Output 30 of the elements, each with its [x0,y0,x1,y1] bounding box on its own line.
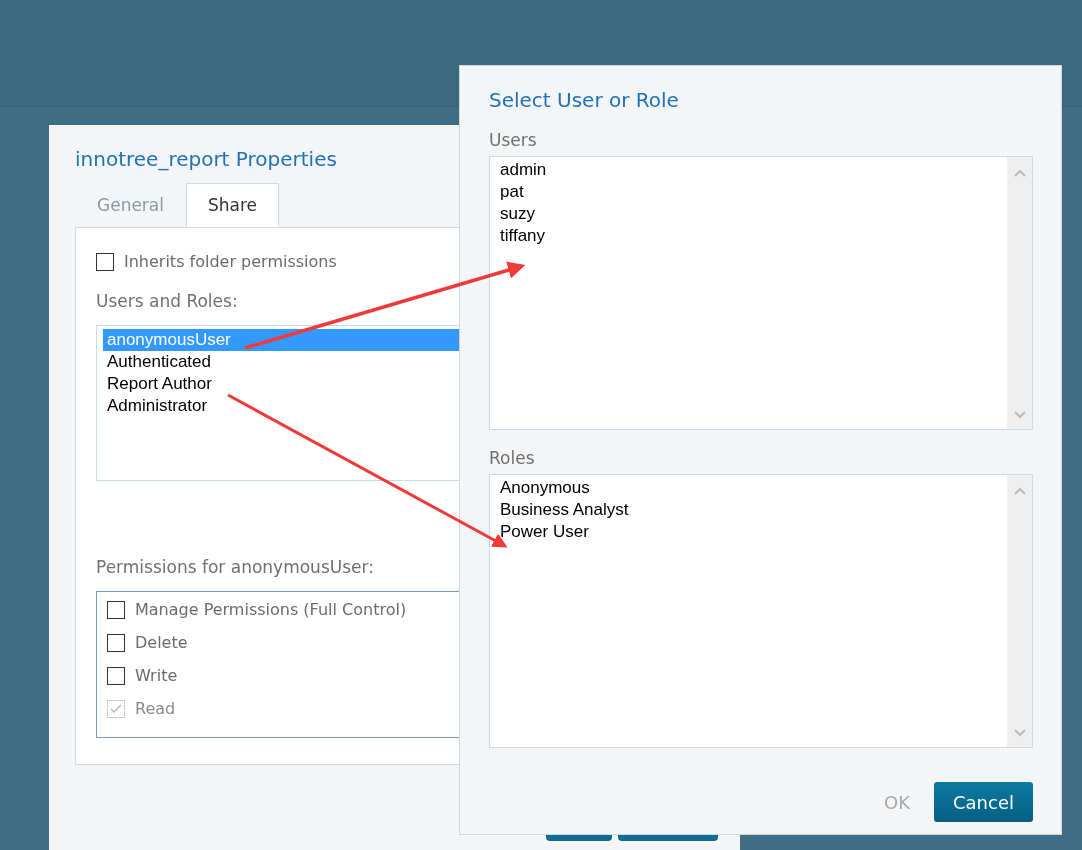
checkbox[interactable] [96,252,114,271]
scrollbar[interactable] [1007,475,1032,747]
dialog-title: Select User or Role [489,88,679,112]
section-label: Users [489,130,538,150]
checkbox[interactable] [107,666,125,685]
list-item[interactable]: pat [496,181,1007,203]
checkbox[interactable] [107,600,125,619]
list-item[interactable]: Power User [496,521,1007,543]
tab[interactable]: Share [186,183,280,227]
scrollbar[interactable] [1007,157,1032,429]
chevron-up-icon[interactable] [1013,169,1026,177]
list-item[interactable]: tiffany [496,225,1007,247]
section-label: Roles [489,448,536,468]
section-label: Users and Roles: [96,291,239,311]
chevron-down-icon[interactable] [1013,729,1026,737]
chevron-up-icon[interactable] [1013,487,1026,495]
checkbox-label: Manage Permissions (Full Control) [135,600,407,619]
checkbox-label: Inherits folder permissions [124,252,337,271]
list-item[interactable]: Anonymous [496,477,1007,499]
section-label: Permissions for anonymousUser: [96,557,375,577]
checkbox[interactable] [107,633,125,652]
list-item[interactable]: suzy [496,203,1007,225]
cancel-button[interactable]: Cancel [934,782,1033,822]
dialog-title: innotree_report Properties [75,147,337,171]
list-item[interactable]: Business Analyst [496,499,1007,521]
list-item[interactable]: admin [496,159,1007,181]
checkbox-label: Read [135,699,176,718]
checkbox-label: Delete [135,633,188,652]
chevron-down-icon[interactable] [1013,411,1026,419]
checkbox-label: Write [135,666,178,685]
